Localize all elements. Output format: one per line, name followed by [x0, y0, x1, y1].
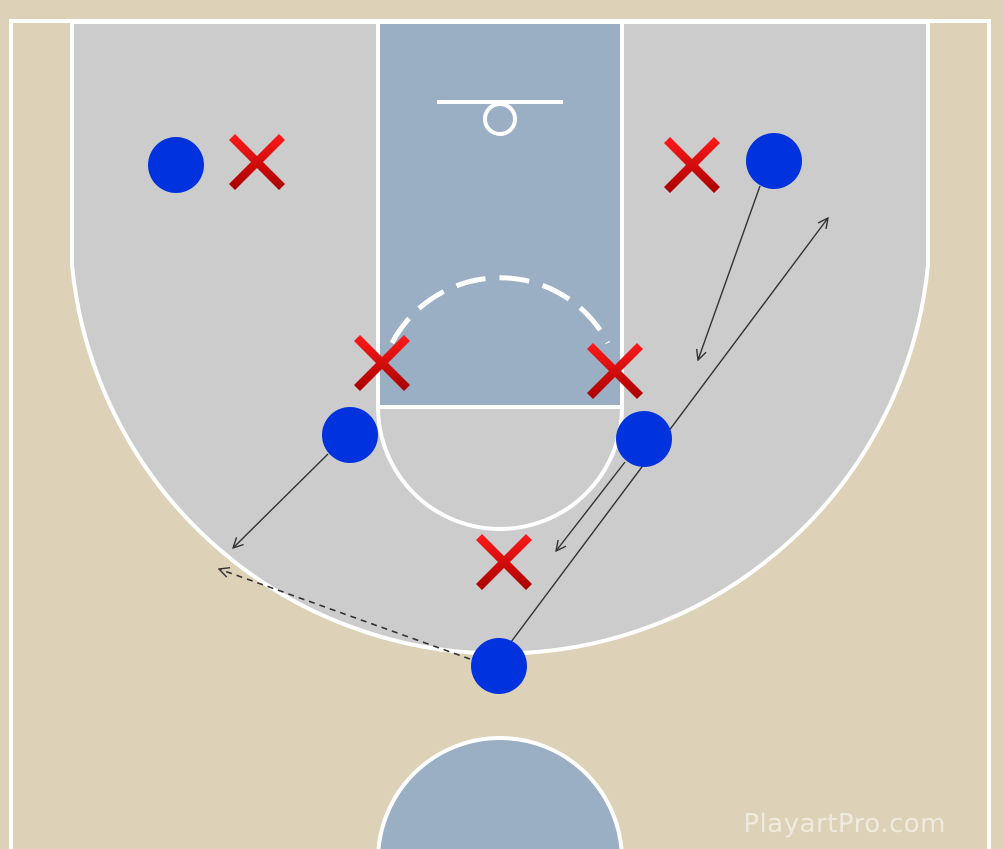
offense-player-right-corner[interactable]: [746, 133, 802, 189]
offense-player-point[interactable]: [471, 638, 527, 694]
offense-player-left-elbow[interactable]: [322, 407, 378, 463]
basketball-court-diagram: PlayartPro.com: [0, 0, 1004, 849]
paint-lane: [376, 20, 624, 409]
court-svg: [0, 0, 1004, 849]
watermark: PlayartPro.com: [743, 809, 946, 839]
offense-player-right-elbow[interactable]: [616, 411, 672, 467]
offense-player-left-corner[interactable]: [148, 137, 204, 193]
